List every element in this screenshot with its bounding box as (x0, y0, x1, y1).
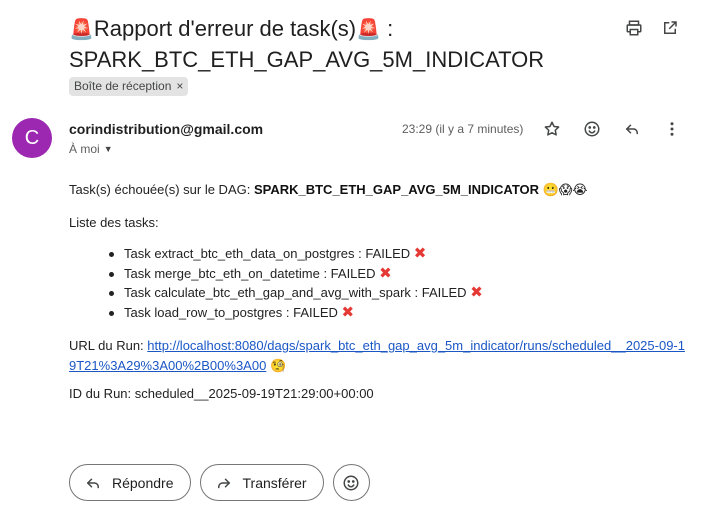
remove-label-icon[interactable]: × (176, 79, 183, 93)
task-text: Task load_row_to_postgres : FAILED (124, 304, 338, 320)
recipient-text: À moi (69, 142, 100, 156)
subject-line1: Rapport d'erreur de task(s) (93, 16, 357, 41)
recipient-line[interactable]: À moi ▼ (69, 142, 113, 156)
url-label: URL du Run: (69, 338, 148, 353)
reply-label: Répondre (112, 474, 174, 491)
dag-name: SPARK_BTC_ETH_GAP_AVG_5M_INDICATOR (253, 182, 540, 197)
emoji-reaction-button[interactable] (332, 464, 370, 501)
inbox-label-chip[interactable]: Boîte de réception × (69, 77, 189, 96)
email-view: 🚨Rapport d'erreur de task(s)🚨 : SPARK_BT… (0, 0, 702, 513)
reply-icon (87, 478, 99, 488)
url-emoji: 🧐 (269, 358, 287, 373)
subject-suffix: : (381, 16, 394, 41)
siren-emoji: 🚨 (356, 19, 382, 41)
intro-emojis: 😬😱😭 (542, 182, 588, 197)
email-body: Task(s) échouée(s) sur le DAG: SPARK_BTC… (69, 181, 689, 401)
run-id: ID du Run: scheduled__2025-09-19T21:29:0… (69, 386, 374, 401)
tasks-heading: Liste des tasks: (69, 215, 159, 230)
subject-line2: SPARK_BTC_ETH_GAP_AVG_5M_INDICATOR (69, 47, 545, 72)
list-item: Task load_row_to_postgres : FAILED ✖ (109, 303, 689, 323)
message-actions (542, 119, 682, 139)
cross-mark-icon: ✖ (413, 245, 427, 262)
run-url-paragraph: URL du Run: http://localhost:8080/dags/s… (69, 336, 689, 376)
task-text: Task merge_btc_eth_on_datetime : FAILED (124, 265, 376, 281)
label-text: Boîte de réception (74, 79, 172, 93)
run-url-link[interactable]: http://localhost:8080/dags/spark_btc_eth… (69, 338, 685, 373)
email-subject: 🚨Rapport d'erreur de task(s)🚨 : SPARK_BT… (69, 14, 609, 74)
forward-button[interactable]: Transférer (199, 464, 324, 501)
cross-mark-icon: ✖ (341, 303, 355, 321)
intro-paragraph: Task(s) échouée(s) sur le DAG: SPARK_BTC… (69, 181, 689, 199)
reply-icon[interactable] (622, 119, 642, 139)
avatar-initial: C (24, 126, 40, 149)
more-vert-icon[interactable] (662, 119, 682, 139)
avatar[interactable]: C (12, 118, 52, 158)
sender-email[interactable]: corindistribution@gmail.com (69, 121, 263, 137)
list-item: Task extract_btc_eth_data_on_postgres : … (109, 244, 689, 264)
reply-bar: Répondre Transférer (69, 464, 370, 501)
chevron-down-icon[interactable]: ▼ (104, 144, 113, 154)
siren-emoji: 🚨 (69, 19, 94, 41)
task-list: Task extract_btc_eth_data_on_postgres : … (109, 244, 689, 323)
cross-mark-icon: ✖ (470, 284, 483, 301)
cross-mark-icon: ✖ (379, 264, 392, 282)
reply-button[interactable]: Répondre (69, 464, 191, 501)
emoji-icon (343, 475, 359, 490)
star-icon[interactable] (542, 119, 562, 139)
thread-actions (624, 18, 680, 38)
print-icon[interactable] (624, 18, 644, 38)
forward-icon (217, 478, 230, 488)
timestamp: 23:29 (il y a 7 minutes) (402, 122, 524, 136)
task-text: Task extract_btc_eth_data_on_postgres : … (124, 246, 411, 261)
intro-text: Task(s) échouée(s) sur le DAG: (69, 182, 254, 197)
emoji-icon[interactable] (582, 119, 602, 139)
forward-label: Transférer (242, 474, 307, 491)
list-item: Task calculate_btc_eth_gap_and_avg_with_… (109, 283, 689, 303)
open-in-new-icon[interactable] (660, 18, 680, 38)
list-item: Task merge_btc_eth_on_datetime : FAILED … (109, 264, 689, 284)
task-text: Task calculate_btc_eth_gap_and_avg_with_… (124, 285, 467, 300)
